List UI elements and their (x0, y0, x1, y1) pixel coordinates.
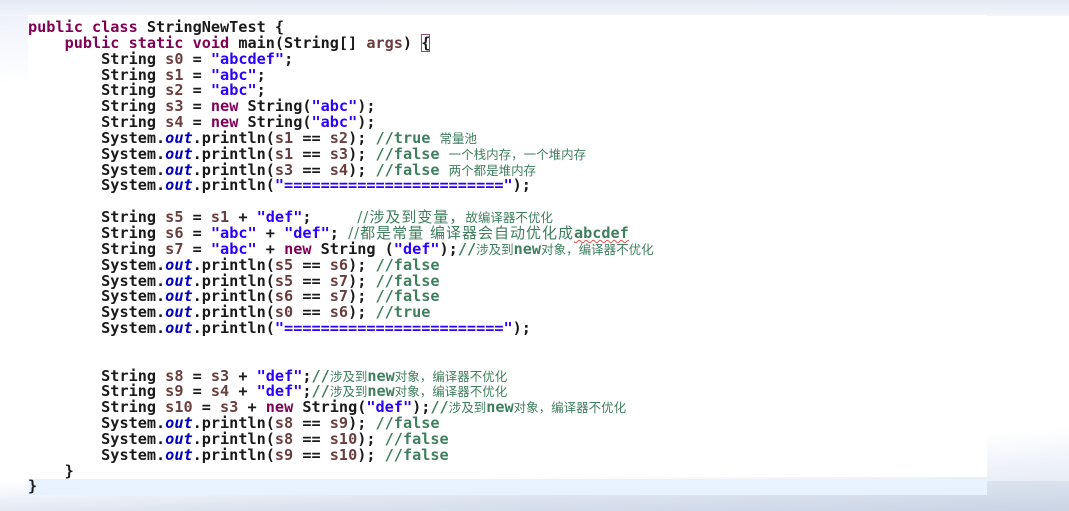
slide-background-top (0, 0, 1069, 16)
code-text: ; (284, 49, 294, 68)
comment: 涉及到 (448, 400, 487, 416)
comment: 两个都是堆内存 (448, 162, 537, 178)
code-text: ); (512, 319, 531, 338)
variable: args (366, 33, 403, 52)
matching-bracket: { (421, 33, 431, 52)
current-code-line[interactable]: } (28, 477, 987, 496)
comment: new (486, 398, 514, 417)
comment: 对象，编译器不优化 (394, 384, 508, 400)
code-line[interactable]: } (28, 461, 987, 480)
code-text: } (64, 461, 74, 480)
comment: 涉及到 (476, 241, 514, 257)
comment: //false (384, 445, 449, 464)
comment: 常量池 (439, 130, 478, 146)
comment: 一个栈内存，一个堆内存 (448, 146, 587, 162)
static-field: out (165, 176, 193, 195)
code-text: ); (357, 445, 385, 464)
code-text: ); (512, 176, 531, 195)
code-text: == (293, 445, 330, 464)
code-editor[interactable]: public class StringNewTest { public stat… (28, 15, 987, 496)
code-content[interactable]: public class StringNewTest { public stat… (28, 19, 987, 496)
code-text: ); (439, 239, 458, 258)
comment: 涉及到 (329, 384, 368, 400)
code-line[interactable]: System.out.println(s9 == s10); //false (28, 445, 987, 464)
code-text: .println( (192, 176, 275, 195)
string-literal: "========================" (274, 319, 513, 338)
comment: 对象，编译器不优化 (513, 400, 627, 416)
code-text: System. (101, 445, 166, 464)
comment: 涉及到 (329, 368, 368, 384)
code-text: ) (402, 33, 422, 52)
code-text: } (28, 477, 38, 496)
code-line[interactable]: System.out.println("====================… (28, 178, 987, 194)
code-text: .println( (192, 445, 275, 464)
comment: new (513, 239, 542, 258)
string-literal: "========================" (274, 176, 513, 195)
comment-misspelled: abcdef (573, 223, 629, 242)
comment: // (457, 239, 477, 258)
code-text: System. (101, 319, 166, 338)
static-field: out (165, 319, 193, 338)
variable: s10 (329, 445, 358, 464)
static-field: out (165, 445, 193, 464)
comment: 对象，编译器不优化 (541, 241, 654, 257)
code-text: .println( (192, 319, 275, 338)
variable: s9 (274, 445, 294, 464)
code-line[interactable]: System.out.println("====================… (28, 319, 987, 338)
code-line[interactable] (28, 337, 987, 353)
comment: 对象，编译器不优化 (394, 368, 508, 384)
comment: 故编译器不优化 (465, 210, 553, 226)
code-text: System. (101, 176, 166, 195)
